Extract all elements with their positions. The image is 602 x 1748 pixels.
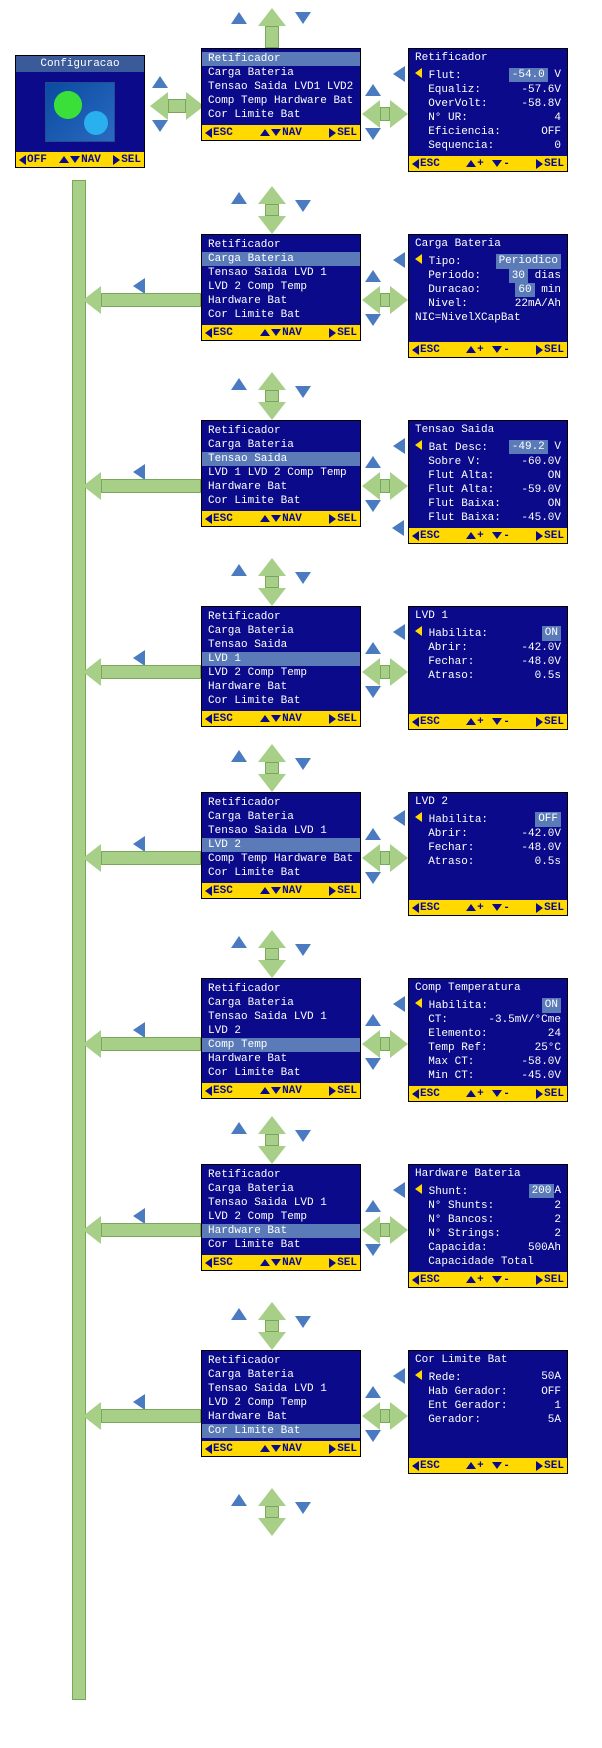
menu-item-lvd1[interactable]: LVD 1 bbox=[202, 652, 360, 666]
detail-panel-corlim: Cor Limite Bat Rede:50A Hab Gerador:OFF … bbox=[408, 1350, 568, 1474]
menu-item-lvd2[interactable]: LVD 2 bbox=[202, 838, 360, 852]
arrow-left-icon bbox=[150, 92, 168, 120]
menu-panel-hwbat[interactable]: Retificador Carga Bateria Tensao Saida L… bbox=[201, 1164, 361, 1271]
config-title: Configuracao bbox=[16, 56, 144, 72]
menu-item-carga[interactable]: Carga Bateria bbox=[202, 252, 360, 266]
menu-item-hwbat[interactable]: Hardware Bat bbox=[202, 1224, 360, 1238]
menu-panel-tensao[interactable]: Retificador Carga Bateria Tensao Saida L… bbox=[201, 420, 361, 527]
menu-item-comptemp[interactable]: Comp Temp bbox=[202, 1038, 360, 1052]
arrow-up-icon bbox=[258, 8, 286, 26]
gears-icon bbox=[45, 82, 115, 142]
detail-panel-carga: Carga Bateria Tipo:Periodico Periodo:30 … bbox=[408, 234, 568, 358]
menu-footer: ESC NAV SEL bbox=[202, 125, 360, 140]
detail-panel-lvd2: LVD 2 Habilita:OFF Abrir:-42.0V Fechar:-… bbox=[408, 792, 568, 916]
detail-panel-comptemp: Comp Temperatura Habilita:ON CT:-3.5mV/°… bbox=[408, 978, 568, 1102]
detail-panel-hwbat: Hardware Bateria Shunt:200A N° Shunts:2 … bbox=[408, 1164, 568, 1288]
vertical-connector bbox=[72, 180, 86, 1700]
detail-title: Retificador bbox=[409, 49, 567, 65]
menu-item-retificador[interactable]: Retificador bbox=[202, 52, 360, 66]
menu-item-tensao[interactable]: Tensao Saida bbox=[202, 452, 360, 466]
menu-panel-retificador[interactable]: Retificador Carga Bateria Tensao Saida L… bbox=[201, 48, 361, 141]
menu-panel-corlim[interactable]: Retificador Carga Bateria Tensao Saida L… bbox=[201, 1350, 361, 1457]
menu-item-corlim[interactable]: Cor Limite Bat bbox=[202, 1424, 360, 1438]
detail-panel-retificador: Retificador Flut:-54.0 V Equaliz:-57.6V … bbox=[408, 48, 568, 172]
menu-panel-lvd1[interactable]: Retificador Carga Bateria Tensao Saida L… bbox=[201, 606, 361, 727]
detail-panel-lvd1: LVD 1 Habilita:ON Abrir:-42.0V Fechar:-4… bbox=[408, 606, 568, 730]
menu-panel-comptemp[interactable]: Retificador Carga Bateria Tensao Saida L… bbox=[201, 978, 361, 1099]
menu-panel-lvd2[interactable]: Retificador Carga Bateria Tensao Saida L… bbox=[201, 792, 361, 899]
detail-panel-tensao: Tensao Saida Bat Desc:-49.2 V Sobre V:-6… bbox=[408, 420, 568, 544]
config-footer: OFF NAV SEL bbox=[16, 152, 144, 167]
config-panel: Configuracao OFF NAV SEL bbox=[15, 55, 145, 168]
menu-panel-carga[interactable]: Retificador Carga Bateria Tensao Saida L… bbox=[201, 234, 361, 341]
nav-up-icon bbox=[231, 12, 247, 24]
detail-footer: ESC + - SEL bbox=[409, 156, 567, 171]
diagram-canvas: Configuracao OFF NAV SEL Retificador Car… bbox=[0, 0, 602, 1748]
nav-down-icon bbox=[295, 12, 311, 24]
